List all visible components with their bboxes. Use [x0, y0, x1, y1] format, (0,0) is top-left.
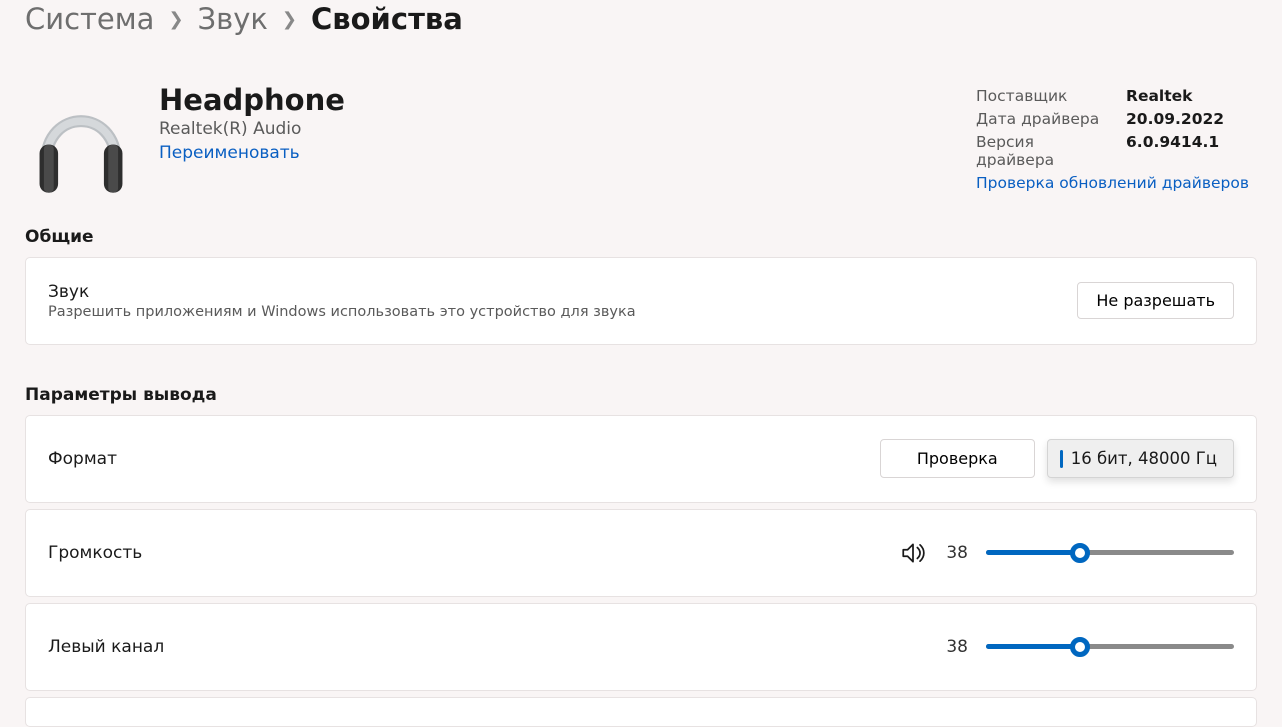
- breadcrumb-system[interactable]: Система: [25, 2, 154, 37]
- vendor-value: Realtek: [1126, 87, 1192, 105]
- dropdown-accent-bar: [1060, 450, 1063, 468]
- volume-card: Громкость 38: [25, 509, 1257, 597]
- device-name: Headphone: [159, 77, 345, 117]
- left-channel-label: Левый канал: [48, 637, 164, 657]
- driver-version-label: Версия драйвера: [976, 133, 1106, 169]
- device-subtitle: Realtek(R) Audio: [159, 119, 345, 139]
- left-channel-card: Левый канал 38: [25, 603, 1257, 691]
- breadcrumb-sound[interactable]: Звук: [198, 2, 268, 37]
- section-general-title: Общие: [25, 227, 1257, 247]
- section-output-title: Параметры вывода: [25, 385, 1257, 405]
- audio-permission-card: Звук Разрешить приложениям и Windows исп…: [25, 257, 1257, 345]
- breadcrumb-current: Свойства: [311, 2, 463, 37]
- check-updates-link[interactable]: Проверка обновлений драйверов: [976, 174, 1249, 192]
- audio-permission-label: Звук: [48, 282, 636, 302]
- chevron-right-icon: ❯: [168, 9, 183, 31]
- next-card-peek: [25, 697, 1257, 727]
- driver-info: Поставщик Realtek Дата драйвера 20.09.20…: [976, 87, 1249, 197]
- device-info: Headphone Realtek(R) Audio Переименовать: [25, 77, 345, 197]
- format-label: Формат: [48, 449, 117, 469]
- vendor-label: Поставщик: [976, 87, 1106, 105]
- format-value: 16 бит, 48000 Гц: [1071, 449, 1217, 468]
- rename-link[interactable]: Переименовать: [159, 143, 345, 163]
- format-dropdown[interactable]: 16 бит, 48000 Гц: [1047, 439, 1234, 478]
- test-button[interactable]: Проверка: [880, 439, 1035, 478]
- chevron-right-icon: ❯: [282, 9, 297, 31]
- format-card: Формат Проверка 16 бит, 48000 Гц: [25, 415, 1257, 503]
- volume-value: 38: [944, 543, 968, 563]
- left-channel-value: 38: [944, 637, 968, 657]
- volume-label: Громкость: [48, 543, 142, 563]
- volume-slider[interactable]: [986, 543, 1234, 563]
- audio-permission-desc: Разрешить приложениям и Windows использо…: [48, 304, 636, 320]
- driver-date-value: 20.09.2022: [1126, 110, 1224, 128]
- breadcrumb: Система ❯ Звук ❯ Свойства: [25, 0, 1257, 37]
- headphones-icon: [25, 77, 137, 197]
- left-channel-slider[interactable]: [986, 637, 1234, 657]
- device-header: Headphone Realtek(R) Audio Переименовать…: [25, 77, 1257, 197]
- disallow-button[interactable]: Не разрешать: [1077, 282, 1234, 319]
- driver-date-label: Дата драйвера: [976, 110, 1106, 128]
- driver-version-value: 6.0.9414.1: [1126, 133, 1219, 169]
- speaker-icon[interactable]: [900, 540, 926, 566]
